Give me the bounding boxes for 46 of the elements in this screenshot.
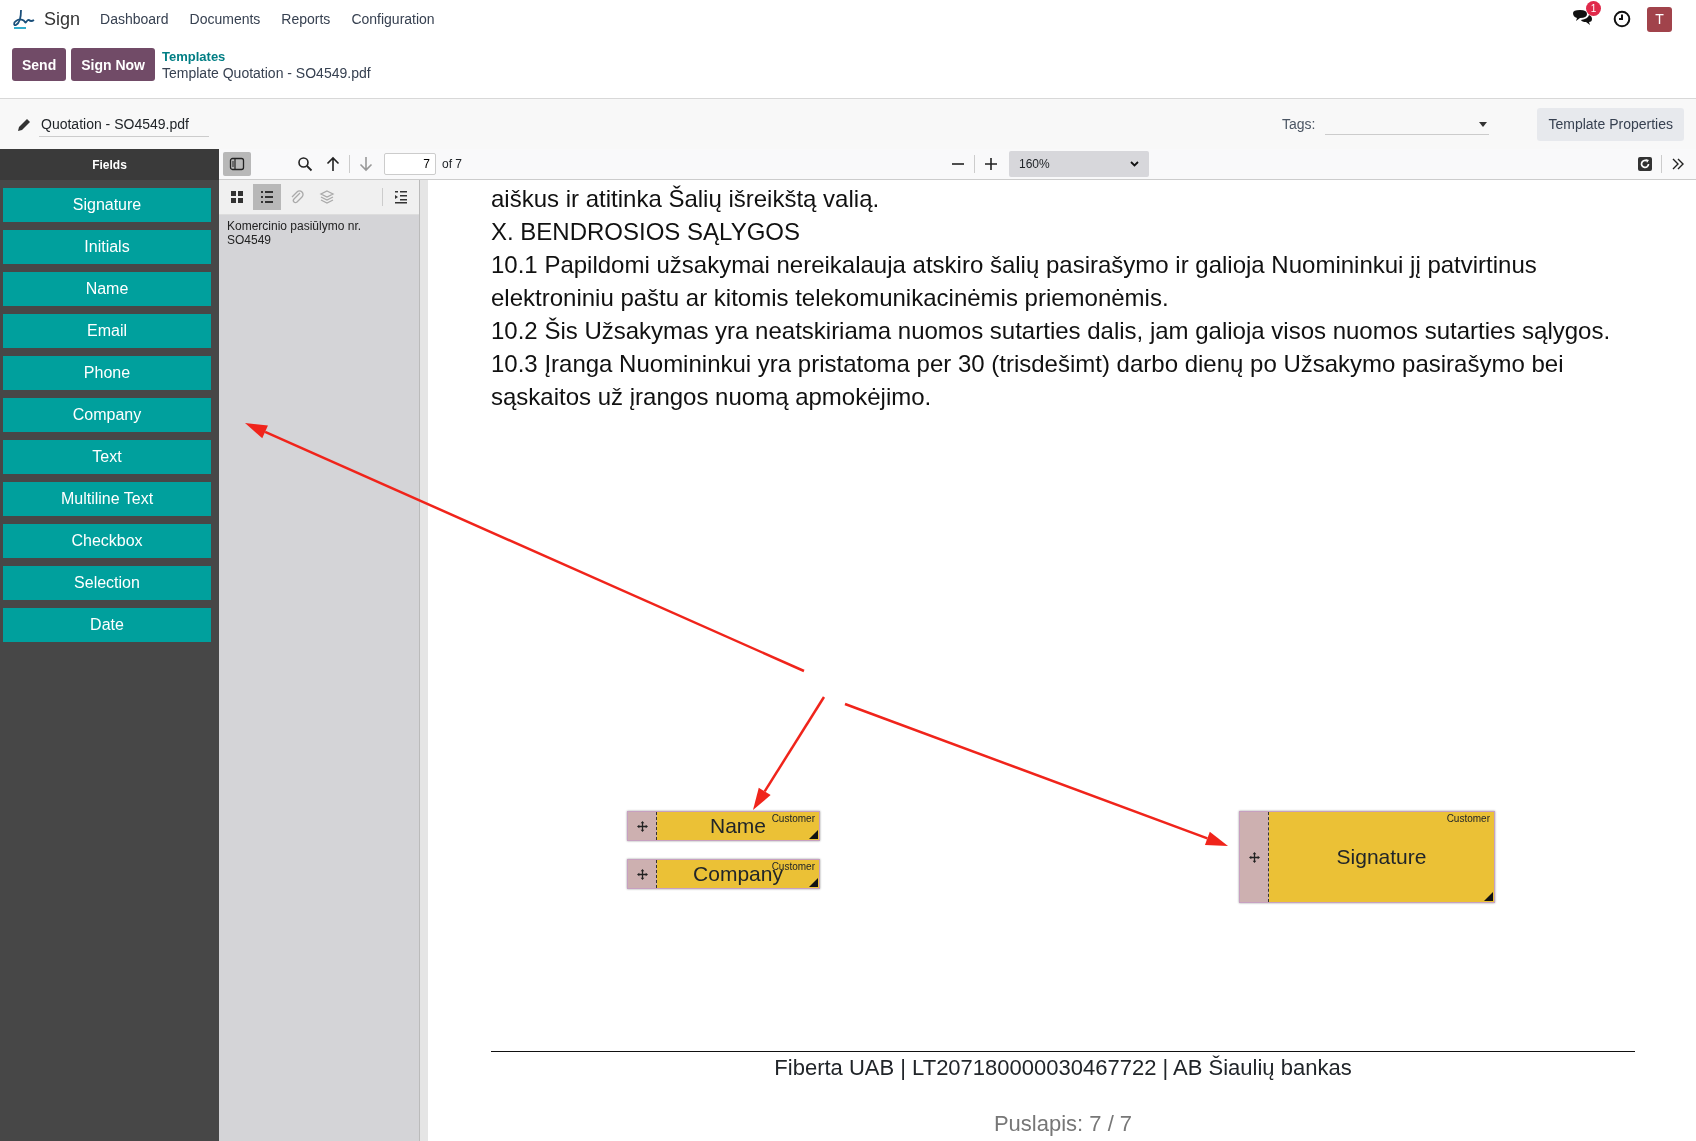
document-text: 10.2 Šis Užsakymas yra neatskiriama nuomos sutarties dalis, jam galioja visos nuomos sutarties sąlygos.: [491, 316, 1612, 346]
document-text: 10.3 Įranga Nuomininkui yra pristatoma per 30 (trisdešimt) darbo dienų po Užsakymo pasirašymo bei sąskaitos už įrangos nuomą apmokėjimo.: [491, 349, 1565, 412]
menu-item[interactable]: Dashboard: [100, 11, 169, 27]
field-role: Customer: [1446, 813, 1490, 824]
sidebar-toggle-icon[interactable]: [223, 152, 251, 176]
move-handle[interactable]: [1240, 812, 1269, 902]
outline-item[interactable]: Komercinio pasiūlymo nr. SO4549: [219, 215, 405, 251]
resize-icon[interactable]: [809, 878, 818, 887]
breadcrumb-current: Template Quotation - SO4549.pdf: [162, 64, 371, 81]
page-number-field[interactable]: 7: [384, 153, 436, 175]
fields-panel-title: Fields: [0, 149, 219, 180]
outline-icon[interactable]: [253, 184, 281, 210]
zoom-select[interactable]: 160%: [1009, 151, 1149, 177]
breadcrumb-link[interactable]: Templates: [162, 48, 371, 65]
move-handle[interactable]: [628, 812, 657, 840]
notification-badge: 1: [1586, 1, 1601, 16]
page-count: of 7: [442, 157, 462, 171]
user-avatar[interactable]: T: [1647, 6, 1672, 32]
signature-field-box[interactable]: CompanyCustomer: [627, 859, 820, 889]
resize-icon[interactable]: [1484, 892, 1493, 901]
document-text: aiškus ir atitinka Šalių išreikštą valią.: [491, 184, 881, 214]
caret-icon[interactable]: [1479, 122, 1488, 127]
signature-field-box[interactable]: Name Customer: [627, 811, 820, 841]
menu-item[interactable]: Reports: [281, 11, 331, 27]
document-name-field[interactable]: Quotation - SO4549.pdf: [39, 111, 209, 137]
tags-label: Tags:: [1282, 116, 1316, 132]
menu-item[interactable]: Configuration: [351, 11, 435, 27]
page-number-text: Puslapis: 7 / 7: [992, 1111, 1134, 1137]
template-properties-button[interactable]: Template Properties: [1537, 107, 1684, 141]
field-label: Signature: [1336, 845, 1427, 869]
menu-item[interactable]: Documents: [189, 11, 261, 27]
move-handle[interactable]: [628, 860, 657, 888]
pencil-icon: [18, 117, 31, 131]
clock-icon[interactable]: [1613, 10, 1631, 28]
document-text: X. BENDROSIOS SĄLYGOS: [491, 217, 801, 247]
action-button[interactable]: Sign Now: [71, 48, 155, 81]
field-role: Customer: [771, 813, 815, 824]
document-text: 10.1 Papildomi užsakymai nereikalauja atskiro šalių pasirašymo ir galioja Nuomininkui jį patvirtinus elektroniniu paštu ar kitomis telekomunikacinėmis priemonėmis.: [491, 250, 1538, 313]
chevron-down-icon[interactable]: [1130, 161, 1139, 167]
field-label: Name: [710, 814, 766, 838]
app-name[interactable]: Sign: [44, 8, 81, 30]
resize-icon[interactable]: [809, 830, 818, 839]
signature-logo-icon[interactable]: [12, 7, 36, 31]
signature-field-box[interactable]: Signature Customer: [1239, 811, 1495, 903]
document-footer: Fiberta UAB | LT207180000030467722 | AB Šiaulių bankas: [491, 1051, 1635, 1081]
action-button[interactable]: Send: [12, 48, 67, 81]
